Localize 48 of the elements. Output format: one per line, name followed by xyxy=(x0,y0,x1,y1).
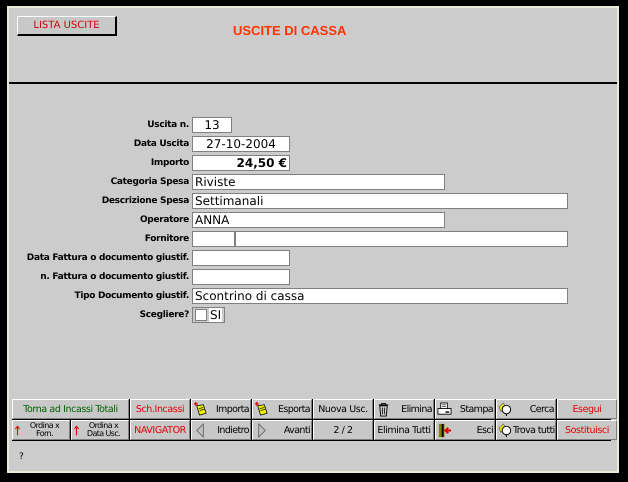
field-label: Operatore xyxy=(138,214,190,224)
page-title: USCITE DI CASSA xyxy=(233,23,346,38)
checkbox[interactable] xyxy=(195,308,207,320)
note-icon xyxy=(193,402,208,416)
input-field[interactable] xyxy=(235,230,568,246)
toolbar-button[interactable]: Stampa xyxy=(435,399,495,419)
field-label: Categoria Spesa xyxy=(110,176,190,186)
exit-door-icon xyxy=(437,422,452,438)
toolbar-button[interactable]: Elimina Tutti xyxy=(374,420,434,440)
field-label: Tipo Documento giustif. xyxy=(73,290,190,300)
input-field[interactable]: 27-10-2004 xyxy=(192,136,290,152)
toolbar-button[interactable]: Indietro xyxy=(191,420,251,440)
toolbar-button[interactable]: Avanti xyxy=(252,420,312,440)
input-field[interactable] xyxy=(192,250,290,266)
input-field[interactable]: 13 xyxy=(192,116,232,132)
toolbar-button[interactable]: Ordina x Forn. xyxy=(12,420,70,440)
toolbar-button[interactable]: Esci xyxy=(435,420,495,440)
search-icon xyxy=(498,422,513,438)
input-field[interactable]: 24,50 € xyxy=(192,154,290,170)
field-label: Data Fattura o documento giustif. xyxy=(26,252,190,262)
input-field[interactable]: Scontrino di cassa xyxy=(192,288,568,304)
input-field[interactable]: Riviste xyxy=(192,174,445,190)
toolbar-button[interactable]: Importa xyxy=(191,399,251,419)
toolbar-button[interactable]: Esporta xyxy=(252,399,312,419)
toolbar-button[interactable]: Trova tutti xyxy=(496,420,556,440)
field-label: n. Fattura o documento giustif. xyxy=(39,272,190,282)
status-text: ? xyxy=(18,451,25,464)
input-field[interactable] xyxy=(192,268,290,284)
field-label: Data Uscita xyxy=(132,138,190,148)
toolbar-button[interactable]: Cerca xyxy=(496,399,556,419)
field-label: Fornitore xyxy=(144,234,190,244)
field-label: Scegliere? xyxy=(138,310,190,320)
input-field[interactable] xyxy=(192,230,235,246)
field-label: Uscita n. xyxy=(146,120,190,130)
printer-icon xyxy=(437,402,452,416)
toolbar-button[interactable]: Elimina xyxy=(374,399,434,419)
field-label: Importo xyxy=(150,158,190,168)
note-icon xyxy=(254,402,269,416)
toolbar-button[interactable]: Nuova Usc. xyxy=(313,399,373,419)
input-field[interactable]: Settimanali xyxy=(192,192,568,208)
search-icon xyxy=(498,402,513,416)
input-field[interactable]: ANNA xyxy=(192,212,445,228)
toolbar-button[interactable]: 2 / 2 xyxy=(313,420,373,440)
toolbar-button[interactable]: Ordina x Data Usc. xyxy=(71,420,129,440)
field-label: Descrizione Spesa xyxy=(100,196,190,206)
trash-icon xyxy=(376,402,391,416)
toolbar-button[interactable]: Torna ad Incassi Totali xyxy=(12,399,129,419)
checkbox-label: SI xyxy=(209,308,222,322)
